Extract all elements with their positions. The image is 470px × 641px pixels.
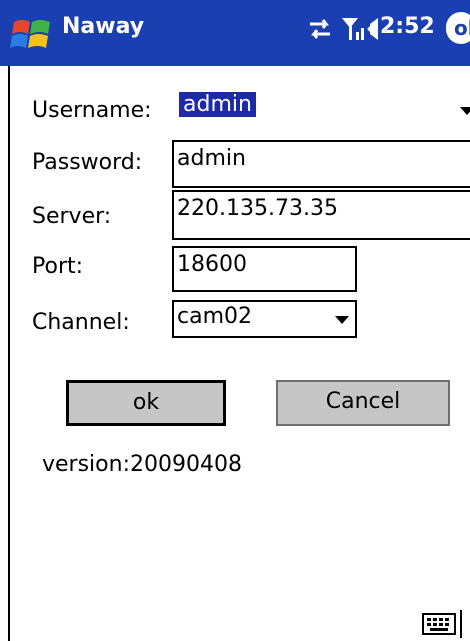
version-label: version:20090408 [42, 452, 242, 477]
input-panel-arrow[interactable] [460, 610, 462, 638]
password-value: admin [177, 146, 246, 171]
frame-border [8, 66, 10, 641]
server-value: 220.135.73.35 [177, 196, 338, 221]
password-field[interactable]: admin [172, 140, 470, 188]
channel-combobox[interactable]: cam02 [172, 300, 357, 338]
port-value: 18600 [177, 252, 247, 277]
clock: 2:52 [380, 14, 435, 39]
title-bar: Naway 2:52 ok [0, 0, 470, 66]
password-label: Password: [32, 150, 143, 175]
channel-value: cam02 [177, 304, 253, 329]
username-label: Username: [32, 98, 152, 123]
sync-icon [310, 19, 330, 39]
volume-icon [367, 18, 378, 40]
port-field[interactable]: 18600 [172, 246, 357, 292]
server-field[interactable]: 220.135.73.35 [172, 190, 470, 240]
app-title: Naway [62, 14, 145, 39]
username-value: admin [179, 92, 256, 117]
windows-start-icon[interactable] [10, 16, 54, 54]
channel-label: Channel: [32, 310, 130, 335]
username-combobox[interactable]: admin [176, 90, 470, 130]
signal-icon [342, 18, 364, 40]
cancel-button[interactable]: Cancel [276, 380, 450, 426]
username-dropdown-arrow-icon[interactable] [460, 107, 470, 115]
title-ok-button[interactable]: ok [446, 12, 470, 44]
server-label: Server: [32, 204, 112, 229]
ok-button[interactable]: ok [66, 380, 226, 426]
channel-dropdown-arrow-icon[interactable] [335, 316, 349, 324]
port-label: Port: [32, 254, 84, 279]
keyboard-icon[interactable] [422, 610, 456, 638]
